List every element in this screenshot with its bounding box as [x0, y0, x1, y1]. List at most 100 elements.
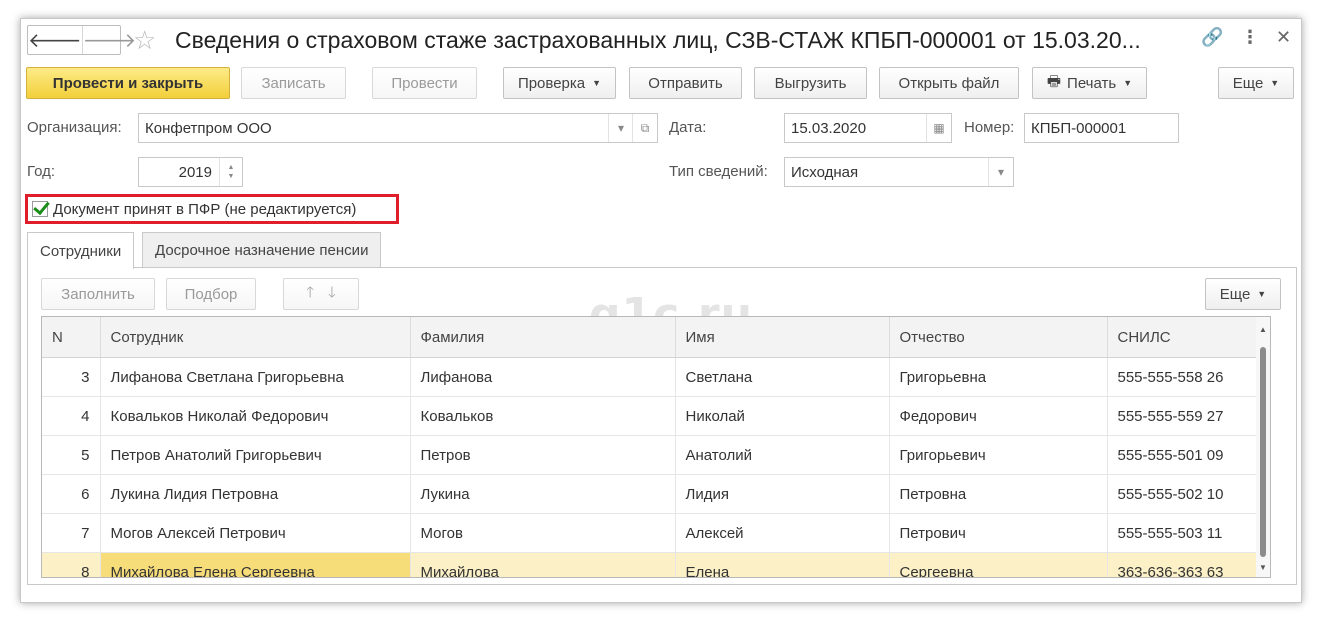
scrollbar-thumb[interactable] — [1260, 347, 1266, 557]
cell-patronymic[interactable]: Петрович — [889, 513, 1108, 553]
cell-lastname[interactable]: Лукина — [410, 474, 676, 514]
year-field[interactable]: 2019 ▲ ▼ — [138, 157, 243, 187]
cell-firstname[interactable]: Лидия — [675, 474, 890, 514]
open-file-button[interactable]: Открыть файл — [879, 67, 1019, 99]
accepted-checkbox[interactable] — [32, 201, 48, 217]
date-value: 15.03.2020 — [791, 119, 867, 137]
cell-lastname[interactable]: Могов — [410, 513, 676, 553]
table-more-button[interactable]: Еще ▼ — [1205, 278, 1281, 310]
save-button[interactable]: Записать — [241, 67, 346, 99]
cell-patronymic[interactable]: Петровна — [889, 474, 1108, 514]
arrow-down-icon[interactable]: 🡓 — [328, 282, 336, 307]
link-icon[interactable]: 🔗 — [1201, 27, 1223, 48]
fill-button[interactable]: Заполнить — [41, 278, 155, 310]
caret-down-icon: ▼ — [1257, 289, 1267, 299]
cell-employee[interactable]: Лукина Лидия Петровна — [100, 474, 411, 514]
column-header-employee[interactable]: Сотрудник — [100, 317, 411, 358]
info-type-field[interactable]: Исходная ▾ — [784, 157, 1014, 187]
cell-snils[interactable]: 555-555-502 10 — [1107, 474, 1263, 514]
cell-firstname[interactable]: Николай — [675, 396, 890, 436]
cell-employee[interactable]: Петров Анатолий Григорьевич — [100, 435, 411, 475]
number-label: Номер: — [964, 119, 1015, 136]
post-button[interactable]: Провести — [372, 67, 477, 99]
scroll-up-icon[interactable]: ▲ — [1259, 325, 1267, 334]
table-more-label: Еще — [1219, 285, 1251, 303]
export-label: Выгрузить — [774, 74, 847, 92]
window-title: Сведения о страховом стаже застрахованны… — [175, 27, 1141, 53]
send-button[interactable]: Отправить — [629, 67, 742, 99]
open-file-label: Открыть файл — [898, 74, 1000, 92]
export-button[interactable]: Выгрузить — [754, 67, 867, 99]
cell-firstname[interactable]: Анатолий — [675, 435, 890, 475]
scroll-down-icon[interactable]: ▼ — [1259, 563, 1267, 572]
cell-lastname[interactable]: Михайлова — [410, 552, 676, 577]
tab-early-pension[interactable]: Досрочное назначение пенсии — [142, 232, 382, 268]
cell-employee[interactable]: Ковальков Николай Федорович — [100, 396, 411, 436]
column-header-patronymic[interactable]: Отчество — [889, 317, 1108, 358]
table-row-selected[interactable]: 8 Михайлова Елена Сергеевна Михайлова Ел… — [42, 552, 1263, 577]
cell-lastname[interactable]: Лифанова — [410, 357, 676, 397]
arrow-up-icon[interactable]: 🡑 — [306, 282, 314, 307]
table-scrollbar[interactable]: ▲ ▼ — [1256, 317, 1270, 577]
print-label: Печать — [1067, 74, 1117, 92]
column-header-n[interactable]: N — [42, 317, 101, 358]
accepted-checkbox-highlight: Документ принят в ПФР (не редактируется) — [25, 194, 399, 224]
cell-firstname[interactable]: Светлана — [675, 357, 890, 397]
column-header-firstname[interactable]: Имя — [675, 317, 890, 358]
close-icon[interactable]: ✕ — [1276, 27, 1291, 48]
cell-snils[interactable]: 555-555-558 26 — [1107, 357, 1263, 397]
cell-snils[interactable]: 555-555-503 11 — [1107, 513, 1263, 553]
move-buttons: 🡑 🡓 — [283, 278, 359, 310]
cell-patronymic[interactable]: Федорович — [889, 396, 1108, 436]
more-button[interactable]: Еще ▼ — [1218, 67, 1294, 99]
tab-employees[interactable]: Сотрудники — [27, 232, 135, 269]
post-and-close-button[interactable]: Провести и закрыть — [26, 67, 230, 99]
send-label: Отправить — [648, 74, 723, 92]
cell-firstname[interactable]: Елена — [675, 552, 890, 577]
save-label: Записать — [261, 74, 326, 92]
cell-employee[interactable]: Могов Алексей Петрович — [100, 513, 411, 553]
dropdown-icon[interactable]: ▾ — [608, 114, 633, 142]
table-header: N Сотрудник Фамилия Имя Отчество СНИЛС — [42, 317, 1263, 358]
organization-field[interactable]: Конфетпром ООО ▾ ⧉ — [138, 113, 658, 143]
column-header-snils[interactable]: СНИЛС — [1107, 317, 1263, 358]
column-header-lastname[interactable]: Фамилия — [410, 317, 676, 358]
print-button[interactable]: 🖶 Печать ▼ — [1032, 67, 1147, 99]
cell-snils[interactable]: 555-555-501 09 — [1107, 435, 1263, 475]
cell-patronymic[interactable]: Григорьевна — [889, 357, 1108, 397]
caret-down-icon: ▼ — [1270, 78, 1280, 88]
cell-snils[interactable]: 363-636-363 63 — [1107, 552, 1263, 577]
open-icon[interactable]: ⧉ — [632, 114, 657, 142]
cell-lastname[interactable]: Петров — [410, 435, 676, 475]
cell-employee[interactable]: Лифанова Светлана Григорьевна — [100, 357, 411, 397]
year-label: Год: — [27, 163, 56, 180]
cell-patronymic[interactable]: Григорьевич — [889, 435, 1108, 475]
calendar-icon[interactable]: ▦ — [926, 114, 951, 142]
tab-employees-label: Сотрудники — [40, 242, 122, 260]
accepted-checkbox-label: Документ принят в ПФР (не редактируется) — [53, 200, 357, 218]
more-icon[interactable]: ⋮ — [1241, 27, 1259, 48]
cell-lastname[interactable]: Ковальков — [410, 396, 676, 436]
printer-icon: 🖶 — [1046, 72, 1062, 90]
row-number: 6 — [42, 474, 101, 514]
check-button[interactable]: Проверка ▼ — [503, 67, 616, 99]
cell-patronymic[interactable]: Сергеевна — [889, 552, 1108, 577]
table-row[interactable]: 7 Могов Алексей Петрович Могов Алексей П… — [42, 513, 1263, 553]
cell-snils[interactable]: 555-555-559 27 — [1107, 396, 1263, 436]
cell-firstname[interactable]: Алексей — [675, 513, 890, 553]
table-row[interactable]: 3 Лифанова Светлана Григорьевна Лифанова… — [42, 357, 1263, 397]
forward-button[interactable]: 🡒 — [81, 26, 136, 54]
year-spinner[interactable]: ▲ ▼ — [219, 158, 242, 186]
table-row[interactable]: 5 Петров Анатолий Григорьевич Петров Ана… — [42, 435, 1263, 475]
dropdown-icon[interactable]: ▾ — [988, 158, 1013, 186]
back-button[interactable]: 🡐 — [28, 26, 82, 54]
star-icon[interactable]: ☆ — [133, 25, 156, 55]
table-row[interactable]: 4 Ковальков Николай Федорович Ковальков … — [42, 396, 1263, 436]
cell-employee[interactable]: Михайлова Елена Сергеевна — [100, 552, 411, 577]
info-type-value: Исходная — [791, 163, 859, 181]
number-field[interactable]: КПБП-000001 — [1024, 113, 1179, 143]
date-field[interactable]: 15.03.2020 ▦ — [784, 113, 952, 143]
select-button[interactable]: Подбор — [166, 278, 256, 310]
table-row[interactable]: 6 Лукина Лидия Петровна Лукина Лидия Пет… — [42, 474, 1263, 514]
check-label: Проверка — [517, 74, 586, 92]
